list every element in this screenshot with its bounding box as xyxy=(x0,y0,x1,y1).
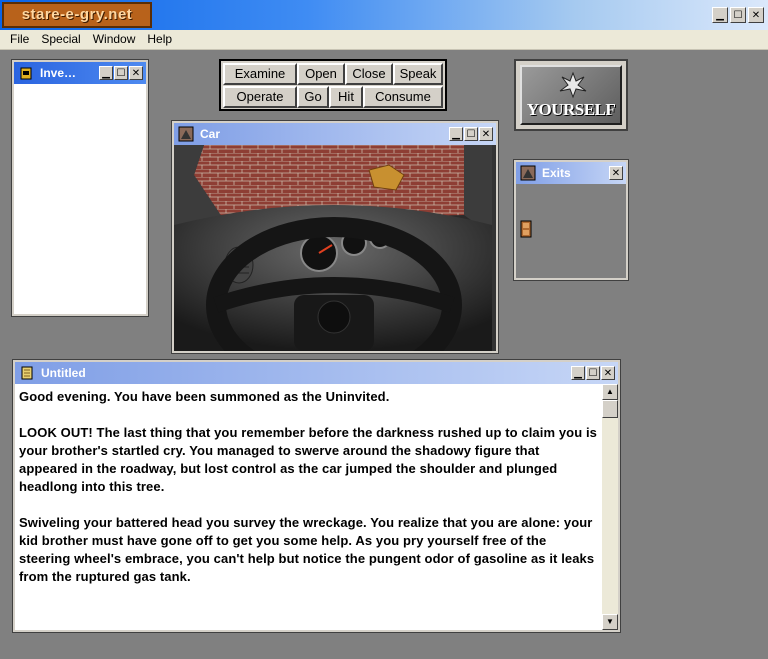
close-icon[interactable]: ✕ xyxy=(601,366,615,380)
text-window: Untitled ▁ ☐ ✕ Good evening. You have be… xyxy=(13,360,620,632)
operate-button[interactable]: Operate xyxy=(223,86,297,108)
inventory-title: Inve… xyxy=(40,66,77,80)
bag-icon xyxy=(20,67,32,80)
paragraph: Swiveling your battered head you survey … xyxy=(19,515,595,584)
close-button[interactable]: Close xyxy=(345,63,393,85)
close-icon[interactable]: ✕ xyxy=(479,127,493,141)
inventory-titlebar[interactable]: Inve… ▁ ☐ ✕ xyxy=(14,62,146,84)
exits-titlebar[interactable]: Exits ✕ xyxy=(516,162,626,184)
maximize-icon[interactable]: ☐ xyxy=(114,66,128,80)
scene-icon xyxy=(178,126,194,142)
close-icon[interactable]: ✕ xyxy=(609,166,623,180)
scroll-thumb[interactable] xyxy=(602,400,618,418)
door-icon[interactable] xyxy=(520,220,532,238)
main-titlebar: stare-e-gry.net ▁ ☐ ✕ xyxy=(0,0,768,30)
speak-button[interactable]: Speak xyxy=(393,63,443,85)
exits-icon xyxy=(520,165,536,181)
yourself-label: YOURSELF xyxy=(526,100,616,119)
car-window: Car ▁ ☐ ✕ xyxy=(172,121,498,353)
narrative-text: Good evening. You have been summoned as … xyxy=(19,388,599,604)
figure-icon xyxy=(559,71,587,99)
yourself-button[interactable]: YOURSELF xyxy=(514,59,628,131)
go-button[interactable]: Go xyxy=(297,86,329,108)
scroll-down-icon[interactable]: ▼ xyxy=(602,614,618,630)
maximize-icon[interactable]: ☐ xyxy=(730,7,746,23)
yourself-panel: YOURSELF xyxy=(520,65,622,125)
examine-button[interactable]: Examine xyxy=(223,63,297,85)
car-title: Car xyxy=(200,127,221,141)
vertical-scrollbar[interactable]: ▲ ▼ xyxy=(602,384,618,630)
exits-title: Exits xyxy=(542,166,571,180)
main-window-controls: ▁ ☐ ✕ xyxy=(712,7,764,23)
paragraph: LOOK OUT! The last thing that you rememb… xyxy=(19,425,598,494)
maximize-icon[interactable]: ☐ xyxy=(586,366,600,380)
exits-area xyxy=(516,184,626,278)
inventory-area[interactable] xyxy=(14,84,146,314)
car-scene[interactable] xyxy=(174,145,496,351)
inventory-window: Inve… ▁ ☐ ✕ xyxy=(12,60,148,316)
command-panel: Examine Open Close Speak Operate Go Hit … xyxy=(219,59,447,111)
text-window-title: Untitled xyxy=(41,366,86,380)
menu-special[interactable]: Special xyxy=(35,30,86,49)
minimize-icon[interactable]: ▁ xyxy=(571,366,585,380)
car-titlebar[interactable]: Car ▁ ☐ ✕ xyxy=(174,123,496,145)
scroll-up-icon[interactable]: ▲ xyxy=(602,384,618,400)
close-icon[interactable]: ✕ xyxy=(748,7,764,23)
menu-bar: File Special Window Help xyxy=(0,30,768,50)
site-logo: stare-e-gry.net xyxy=(2,2,152,28)
menu-file[interactable]: File xyxy=(0,30,35,49)
minimize-icon[interactable]: ▁ xyxy=(99,66,113,80)
text-area[interactable]: Good evening. You have been summoned as … xyxy=(15,384,618,630)
consume-button[interactable]: Consume xyxy=(363,86,443,108)
minimize-icon[interactable]: ▁ xyxy=(712,7,728,23)
car-interior-image xyxy=(174,145,492,351)
menu-window[interactable]: Window xyxy=(87,30,142,49)
open-button[interactable]: Open xyxy=(297,63,345,85)
exits-window: Exits ✕ xyxy=(514,160,628,280)
paragraph: Good evening. You have been summoned as … xyxy=(19,389,390,404)
maximize-icon[interactable]: ☐ xyxy=(464,127,478,141)
text-titlebar[interactable]: Untitled ▁ ☐ ✕ xyxy=(15,362,618,384)
scroll-icon xyxy=(21,366,33,380)
hit-button[interactable]: Hit xyxy=(329,86,363,108)
minimize-icon[interactable]: ▁ xyxy=(449,127,463,141)
menu-help[interactable]: Help xyxy=(141,30,178,49)
close-icon[interactable]: ✕ xyxy=(129,66,143,80)
